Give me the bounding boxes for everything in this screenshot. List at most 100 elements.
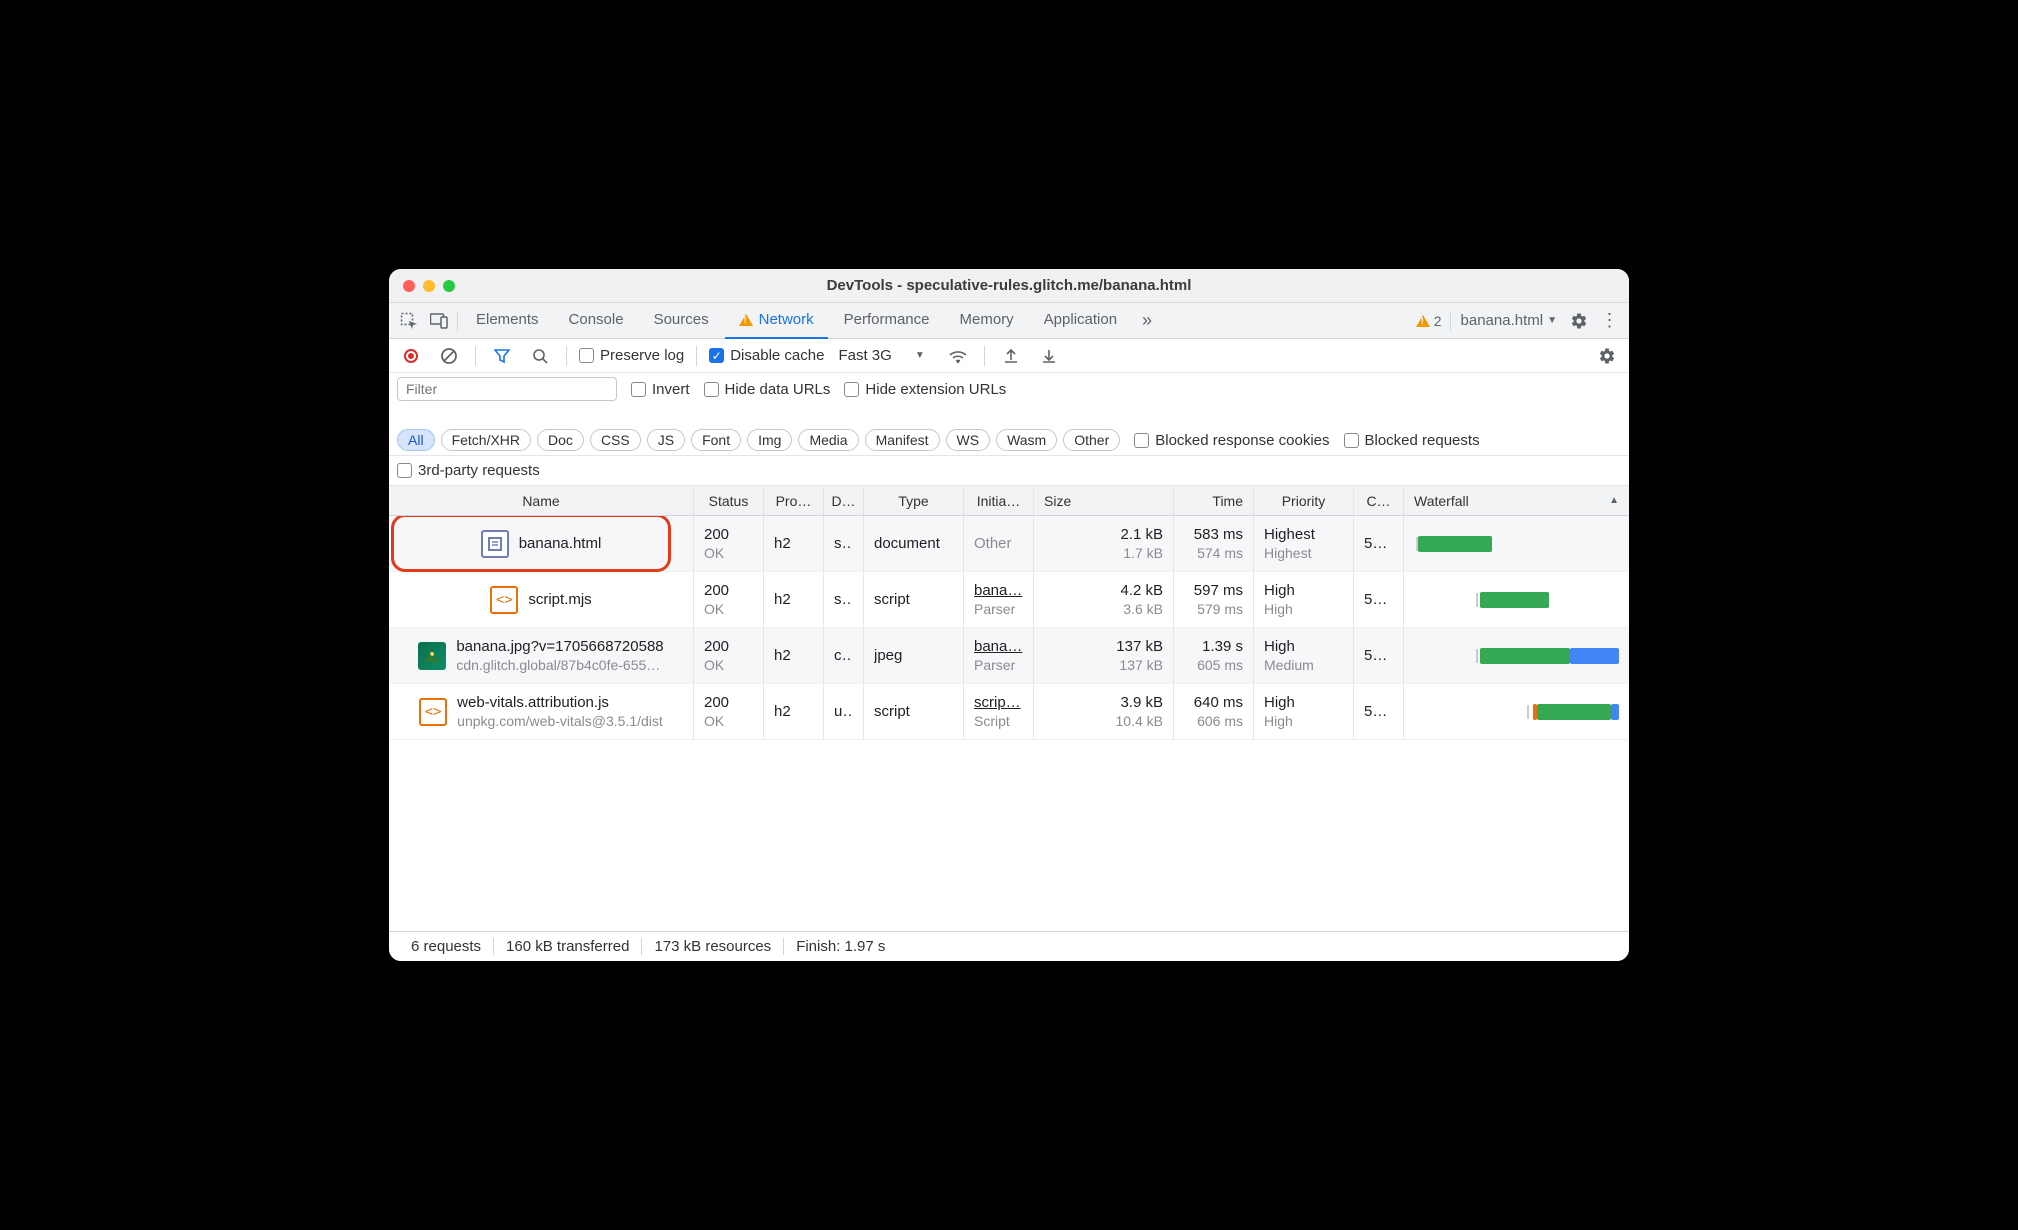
disable-cache-label: Disable cache <box>730 347 824 364</box>
cell-name: <> script.mjs <box>389 572 694 627</box>
hide-extension-urls-checkbox[interactable]: Hide extension URLs <box>844 381 1006 398</box>
cell-connection: 5… <box>1354 684 1404 739</box>
cell-time: 597 ms579 ms <box>1174 572 1254 627</box>
tab-elements[interactable]: Elements <box>462 303 553 339</box>
cell-size: 137 kB137 kB <box>1034 628 1174 683</box>
table-row[interactable]: <> script.mjs 200OK h2 sp… script bana… … <box>389 572 1629 628</box>
chip-doc[interactable]: Doc <box>537 429 584 451</box>
cell-name: banana.jpg?v=1705668720588 cdn.glitch.gl… <box>389 628 694 683</box>
hide-data-urls-checkbox[interactable]: Hide data URLs <box>704 381 831 398</box>
kebab-menu-icon[interactable]: ⋮ <box>1595 307 1623 335</box>
chip-all[interactable]: All <box>397 429 435 451</box>
third-party-label: 3rd-party requests <box>418 462 540 479</box>
network-toolbar: Preserve log ✓ Disable cache Fast 3G ▼ <box>389 339 1629 373</box>
cell-time: 583 ms574 ms <box>1174 516 1254 571</box>
tab-sources[interactable]: Sources <box>640 303 723 339</box>
col-status[interactable]: Status <box>694 486 764 515</box>
chip-js[interactable]: JS <box>647 429 685 451</box>
filter-bar-extra: 3rd-party requests <box>389 456 1629 486</box>
import-har-icon[interactable] <box>1035 342 1063 370</box>
file-name: banana.html <box>519 534 602 554</box>
waterfall-track <box>1414 576 1619 623</box>
tab-label: Performance <box>844 311 930 328</box>
cell-size: 4.2 kB3.6 kB <box>1034 572 1174 627</box>
inspect-element-icon[interactable] <box>395 307 423 335</box>
separator <box>696 346 697 366</box>
waterfall-track <box>1414 688 1619 735</box>
col-size[interactable]: Size <box>1034 486 1174 515</box>
cell-waterfall <box>1404 516 1629 571</box>
chip-css[interactable]: CSS <box>590 429 641 451</box>
record-button[interactable] <box>397 342 425 370</box>
filter-input[interactable] <box>397 377 617 401</box>
tab-label: Sources <box>654 311 709 328</box>
close-window-button[interactable] <box>403 280 415 292</box>
throttling-selector[interactable]: Fast 3G <box>834 347 895 364</box>
tab-console[interactable]: Console <box>555 303 638 339</box>
zoom-window-button[interactable] <box>443 280 455 292</box>
minimize-window-button[interactable] <box>423 280 435 292</box>
chip-fetchxhr[interactable]: Fetch/XHR <box>441 429 531 451</box>
device-toolbar-icon[interactable] <box>425 307 453 335</box>
checkbox-icon <box>844 382 859 397</box>
col-domain[interactable]: D… <box>824 486 864 515</box>
export-har-icon[interactable] <box>997 342 1025 370</box>
tab-performance[interactable]: Performance <box>830 303 944 339</box>
checkbox-icon <box>631 382 646 397</box>
chip-ws[interactable]: WS <box>946 429 991 451</box>
tab-network[interactable]: Network <box>725 303 828 339</box>
disable-cache-checkbox[interactable]: ✓ Disable cache <box>709 347 824 364</box>
file-name: script.mjs <box>528 590 591 610</box>
chip-wasm[interactable]: Wasm <box>996 429 1057 451</box>
blocked-requests-checkbox[interactable]: Blocked requests <box>1344 432 1480 449</box>
cell-connection: 5… <box>1354 628 1404 683</box>
third-party-checkbox[interactable]: 3rd-party requests <box>397 462 540 479</box>
status-requests: 6 requests <box>399 938 494 955</box>
cell-status: 200OK <box>694 684 764 739</box>
chip-font[interactable]: Font <box>691 429 741 451</box>
col-connection[interactable]: C… <box>1354 486 1404 515</box>
chip-manifest[interactable]: Manifest <box>865 429 940 451</box>
search-icon[interactable] <box>526 342 554 370</box>
separator <box>984 346 985 366</box>
table-row[interactable]: banana.html 200OK h2 sp… document Other … <box>389 516 1629 572</box>
more-tabs-icon[interactable]: » <box>1133 307 1161 335</box>
warning-count[interactable]: 2 <box>1434 313 1442 329</box>
col-time[interactable]: Time <box>1174 486 1254 515</box>
cell-name: banana.html <box>389 516 694 571</box>
col-protocol[interactable]: Pro… <box>764 486 824 515</box>
type-filter-chips: All Fetch/XHR Doc CSS JS Font Img Media Manifest… <box>397 429 1120 451</box>
status-transferred: 160 kB transferred <box>494 938 642 955</box>
network-conditions-icon[interactable] <box>944 342 972 370</box>
chip-other[interactable]: Other <box>1063 429 1120 451</box>
chip-img[interactable]: Img <box>747 429 792 451</box>
cell-time: 640 ms606 ms <box>1174 684 1254 739</box>
chip-media[interactable]: Media <box>798 429 858 451</box>
table-row[interactable]: banana.jpg?v=1705668720588 cdn.glitch.gl… <box>389 628 1629 684</box>
col-initiator[interactable]: Initia… <box>964 486 1034 515</box>
blocked-cookies-checkbox[interactable]: Blocked response cookies <box>1134 432 1329 449</box>
filter-icon[interactable] <box>488 342 516 370</box>
network-settings-gear-icon[interactable] <box>1593 342 1621 370</box>
col-waterfall[interactable]: Waterfall ▲ <box>1404 486 1629 515</box>
tab-label: Application <box>1044 311 1117 328</box>
col-priority[interactable]: Priority <box>1254 486 1354 515</box>
preserve-log-checkbox[interactable]: Preserve log <box>579 347 684 364</box>
throttling-caret-icon[interactable]: ▼ <box>906 342 934 370</box>
window-titlebar: DevTools - speculative-rules.glitch.me/b… <box>389 269 1629 303</box>
invert-checkbox[interactable]: Invert <box>631 381 690 398</box>
clear-button[interactable] <box>435 342 463 370</box>
context-selector[interactable]: banana.html ▼ <box>1455 312 1563 329</box>
file-name: banana.jpg?v=1705668720588 <box>456 637 663 657</box>
main-tabbar: ElementsConsole Sources Network Performance… <box>389 303 1629 339</box>
col-type[interactable]: Type <box>864 486 964 515</box>
warning-icon[interactable] <box>1416 315 1430 327</box>
requests-table: Name Status Pro… D… Type Initia… Size Ti… <box>389 486 1629 931</box>
col-name[interactable]: Name <box>389 486 694 515</box>
tab-memory[interactable]: Memory <box>946 303 1028 339</box>
cell-status: 200OK <box>694 516 764 571</box>
cell-protocol: h2 <box>764 516 824 571</box>
table-row[interactable]: <> web-vitals.attribution.js unpkg.com/w… <box>389 684 1629 740</box>
tab-application[interactable]: Application <box>1030 303 1131 339</box>
settings-gear-icon[interactable] <box>1565 307 1593 335</box>
